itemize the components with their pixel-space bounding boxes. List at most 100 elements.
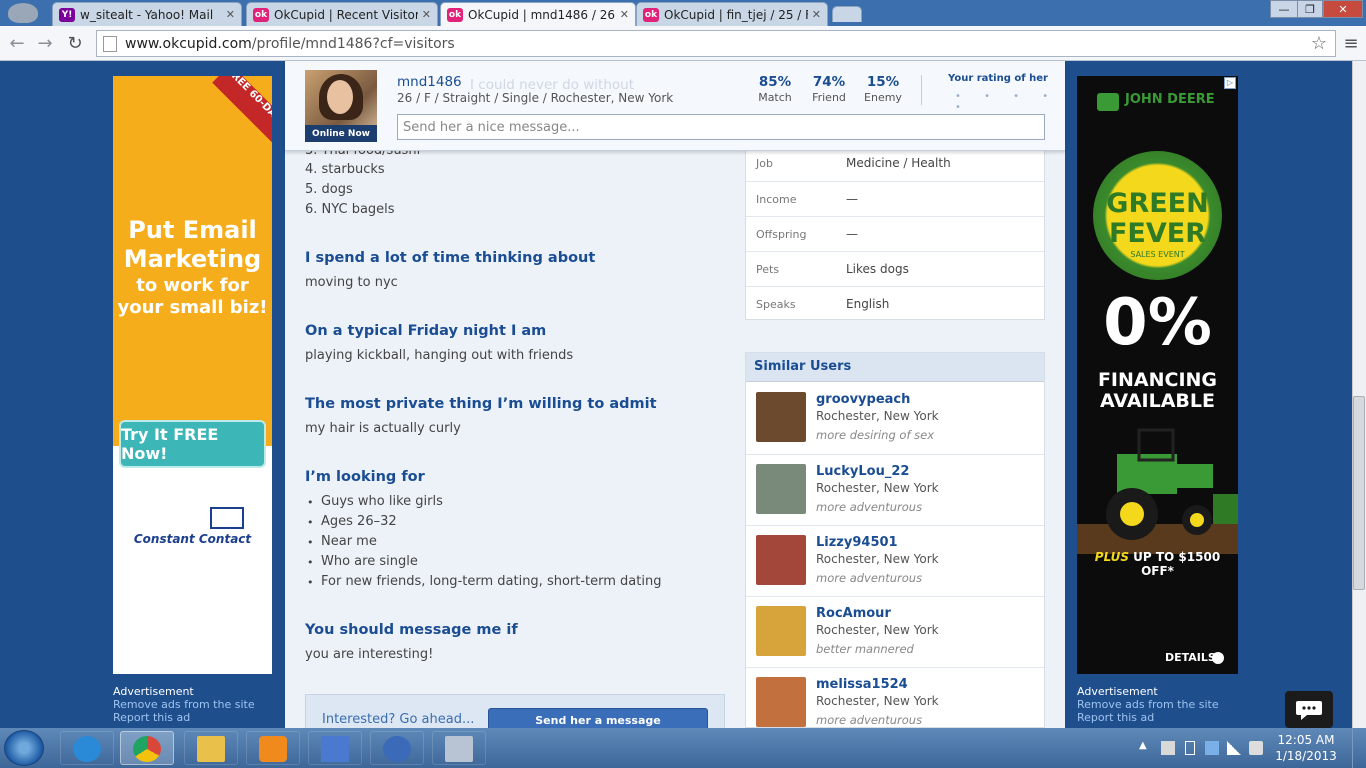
remove-ads-link-right[interactable]: Remove ads from the site xyxy=(1077,698,1219,711)
profile-photo[interactable]: Online Now xyxy=(305,70,377,142)
ad-plus-word: PLUS xyxy=(1094,550,1129,564)
similar-user-name[interactable]: groovypeach xyxy=(816,392,910,407)
similar-user-name[interactable]: RocAmour xyxy=(816,606,891,621)
okcupid-favicon-icon: ok xyxy=(643,7,659,22)
rating-label: Your rating of her xyxy=(948,73,1048,84)
remove-ads-link-left[interactable]: Remove ads from the site xyxy=(113,698,255,711)
maximize-button[interactable]: ❐ xyxy=(1297,0,1323,18)
list-item: 6. NYC bagels xyxy=(305,202,395,217)
detail-label: Pets xyxy=(756,263,780,276)
detail-value: English xyxy=(846,297,890,311)
profile-sticky-header: I could never do without Online Now mnd1… xyxy=(285,61,1065,151)
taskbar-explorer[interactable] xyxy=(184,731,238,765)
right-advertisement[interactable]: ▷ JOHN DEERE GREEN FEVER SALES EVENT 0% … xyxy=(1077,76,1238,674)
avatar[interactable] xyxy=(756,535,806,585)
avatar[interactable] xyxy=(756,464,806,514)
report-ad-link-right[interactable]: Report this ad xyxy=(1077,711,1154,724)
okcupid-favicon-icon: ok xyxy=(253,7,269,22)
ad-plus-rest: UP TO $1500 OFF* xyxy=(1128,550,1221,578)
avatar[interactable] xyxy=(756,677,806,727)
bookmark-star-icon[interactable]: ☆ xyxy=(1311,33,1327,54)
avatar[interactable] xyxy=(756,392,806,442)
volume-muted-icon[interactable] xyxy=(1249,741,1263,755)
detail-row-income: Income — xyxy=(746,181,1044,216)
chat-bubble-button[interactable] xyxy=(1285,691,1333,728)
similar-user-name[interactable]: Lizzy94501 xyxy=(816,535,898,550)
detail-label: Job xyxy=(756,157,773,170)
details-arrow-icon xyxy=(1212,652,1224,664)
page-scrollbar[interactable] xyxy=(1352,61,1366,728)
enemy-label: Enemy xyxy=(864,91,902,104)
battery-icon[interactable] xyxy=(1185,741,1195,755)
yahoo-favicon-icon: Y! xyxy=(59,7,75,22)
url-host: www.okcupid.com xyxy=(125,35,252,52)
section-text-private: my hair is actually curly xyxy=(305,421,461,436)
scrollbar-thumb[interactable] xyxy=(1353,396,1365,590)
similar-user-location: Rochester, New York xyxy=(816,481,939,495)
taskbar-ie[interactable] xyxy=(60,731,114,765)
section-text-message-if: you are interesting! xyxy=(305,647,434,662)
taskbar-media-player[interactable] xyxy=(246,731,300,765)
message-input[interactable]: Send her a nice message... xyxy=(397,114,1045,140)
flag-icon[interactable] xyxy=(1161,741,1175,755)
report-ad-link-left[interactable]: Report this ad xyxy=(113,711,190,724)
similar-user-row[interactable]: melissa1524 Rochester, New York more adv… xyxy=(746,667,1044,727)
close-window-button[interactable]: ✕ xyxy=(1323,0,1363,18)
tab-fin-tjej-profile[interactable]: ok OkCupid | fin_tjej / 25 / F ✕ xyxy=(636,2,828,26)
detail-value: Likes dogs xyxy=(846,262,909,276)
list-item: 4. starbucks xyxy=(305,162,385,177)
taskbar-network-app[interactable] xyxy=(308,731,362,765)
similar-user-row[interactable]: groovypeach Rochester, New York more des… xyxy=(746,383,1044,454)
tab-yahoo-mail[interactable]: Y! w_sitealt - Yahoo! Mail ✕ xyxy=(52,2,242,26)
detail-value: — xyxy=(846,192,858,206)
match-percent: 85% xyxy=(758,74,792,90)
looking-for-item: Guys who like girls xyxy=(321,494,443,509)
show-desktop-button[interactable] xyxy=(1352,728,1366,768)
tab-mnd1486-profile[interactable]: ok OkCupid | mnd1486 / 26 / ✕ xyxy=(440,2,636,26)
similar-user-row[interactable]: Lizzy94501 Rochester, New York more adve… xyxy=(746,525,1044,596)
tab-title: OkCupid | mnd1486 / 26 / xyxy=(468,7,616,22)
address-bar[interactable]: www.okcupid.com /profile/mnd1486?cf=visi… xyxy=(96,30,1336,57)
clock-date: 1/18/2013 xyxy=(1275,749,1337,763)
try-free-button[interactable]: Try It FREE Now! xyxy=(119,420,266,468)
forward-button[interactable]: → xyxy=(34,32,56,54)
section-heading-thinking: I spend a lot of time thinking about xyxy=(305,250,596,266)
similar-user-row[interactable]: LuckyLou_22 Rochester, New York more adv… xyxy=(746,454,1044,525)
detail-value: Medicine / Health xyxy=(846,156,951,170)
new-tab-button[interactable] xyxy=(832,6,862,22)
taskbar-calculator[interactable] xyxy=(432,731,486,765)
network-icon[interactable] xyxy=(1227,741,1241,755)
show-hidden-icons-icon[interactable]: ▲ xyxy=(1139,740,1147,751)
taskbar-chrome[interactable] xyxy=(120,731,174,765)
similar-users-panel: Similar Users groovypeach Rochester, New… xyxy=(745,352,1045,728)
similar-user-descriptor: more adventurous xyxy=(816,713,923,727)
similar-user-name[interactable]: melissa1524 xyxy=(816,677,908,692)
left-advertisement[interactable]: FREE 60-DAY TRIAL Put Email Marketing to… xyxy=(113,76,272,674)
chrome-menu-icon[interactable]: ≡ xyxy=(1340,32,1362,54)
reload-button[interactable]: ↻ xyxy=(64,32,86,54)
online-now-badge: Online Now xyxy=(305,125,377,142)
incognito-icon xyxy=(8,3,38,23)
adchoices-icon[interactable]: ▷ xyxy=(1224,77,1236,89)
avatar[interactable] xyxy=(756,606,806,656)
section-text-thinking: moving to nyc xyxy=(305,275,398,290)
start-button[interactable] xyxy=(4,730,44,766)
ad-headline: Put Email Marketing xyxy=(123,216,262,273)
similar-user-name[interactable]: LuckyLou_22 xyxy=(816,464,909,479)
tab-close-icon[interactable]: ✕ xyxy=(422,8,431,21)
rating-stars[interactable]: • • • • • xyxy=(955,91,1065,113)
similar-user-row[interactable]: RocAmour Rochester, New York better mann… xyxy=(746,596,1044,667)
ad-details-link[interactable]: DETAILS xyxy=(1165,651,1216,664)
system-tray[interactable]: ▲ xyxy=(1135,728,1265,768)
tab-close-icon[interactable]: ✕ xyxy=(812,8,821,21)
tab-close-icon[interactable]: ✕ xyxy=(620,8,629,21)
system-clock[interactable]: 12:05 AM 1/18/2013 xyxy=(1270,732,1342,764)
taskbar-thunderbird[interactable] xyxy=(370,731,424,765)
thunderbird-icon xyxy=(383,736,411,762)
back-button[interactable]: ← xyxy=(6,32,28,54)
minimize-button[interactable]: — xyxy=(1270,0,1298,18)
tab-close-icon[interactable]: ✕ xyxy=(226,8,235,21)
tab-recent-visitors[interactable]: ok OkCupid | Recent Visitors ✕ xyxy=(246,2,438,26)
windows-taskbar: ▲ 12:05 AM 1/18/2013 xyxy=(0,728,1366,768)
dropbox-icon[interactable] xyxy=(1205,741,1219,755)
